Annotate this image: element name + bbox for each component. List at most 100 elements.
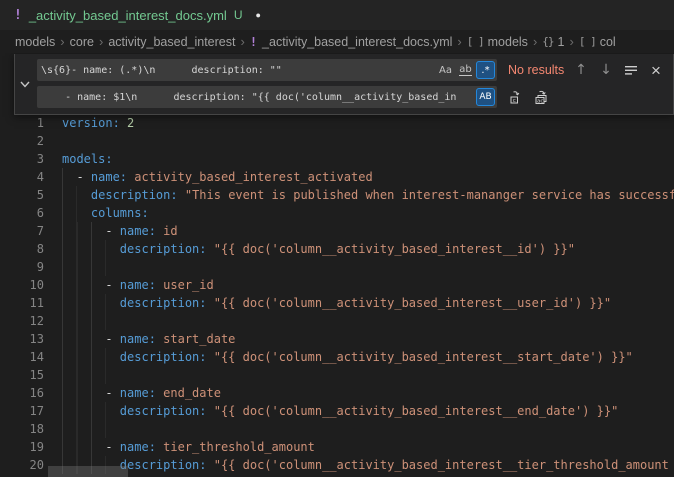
line-number: 13 bbox=[0, 330, 44, 348]
breadcrumb-item[interactable]: [ ]models bbox=[467, 35, 528, 49]
code-line[interactable]: 19 - name: tier_threshold_amount bbox=[0, 438, 674, 456]
breadcrumb-separator: › bbox=[60, 34, 64, 49]
editor-pane[interactable]: Aa ab .* No results ↑ ↓ × bbox=[0, 53, 674, 477]
code-line[interactable]: 14 description: "{{ doc('column__activit… bbox=[0, 348, 674, 366]
line-number: 19 bbox=[0, 438, 44, 456]
line-number: 8 bbox=[0, 240, 44, 258]
find-input[interactable] bbox=[37, 59, 435, 81]
code-line[interactable]: 17 description: "{{ doc('column__activit… bbox=[0, 402, 674, 420]
match-case-icon[interactable]: Aa bbox=[436, 61, 455, 79]
code-text: description: "{{ doc('column__activity_b… bbox=[62, 348, 674, 366]
find-replace-widget: Aa ab .* No results ↑ ↓ × bbox=[14, 54, 674, 115]
code-text: - name: id bbox=[62, 222, 674, 240]
breadcrumb-item[interactable]: core bbox=[70, 35, 94, 49]
code-text: description: "{{ doc('column__activity_b… bbox=[62, 240, 674, 258]
code-line[interactable]: 15 bbox=[0, 366, 674, 384]
line-number: 18 bbox=[0, 420, 44, 438]
yaml-file-icon: ! bbox=[14, 8, 22, 23]
breadcrumb-item[interactable]: [ ]col bbox=[579, 35, 616, 49]
code-line[interactable]: 8 description: "{{ doc('column__activity… bbox=[0, 240, 674, 258]
breadcrumb-label: models bbox=[15, 35, 55, 49]
breadcrumb-label: col bbox=[600, 35, 616, 49]
line-number: 15 bbox=[0, 366, 44, 384]
replace-input[interactable] bbox=[37, 86, 475, 108]
regex-icon[interactable]: .* bbox=[476, 61, 495, 79]
code-line[interactable]: 7 - name: id bbox=[0, 222, 674, 240]
breadcrumb-separator: › bbox=[533, 34, 537, 49]
code-line[interactable]: 6 columns: bbox=[0, 204, 674, 222]
indent-guides bbox=[62, 258, 106, 276]
vscode-window: ! _activity_based_interest_docs.yml U ● … bbox=[0, 0, 674, 477]
indent-guides bbox=[62, 312, 106, 330]
code-line[interactable]: 1version: 2 bbox=[0, 114, 674, 132]
preserve-case-icon[interactable]: AB bbox=[476, 88, 495, 106]
replace-button[interactable]: c bbox=[506, 86, 528, 108]
code-text: version: 2 bbox=[62, 114, 674, 132]
editor-tab[interactable]: ! _activity_based_interest_docs.yml U ● bbox=[0, 0, 277, 30]
code-line[interactable]: 4 - name: activity_based_interest_activa… bbox=[0, 168, 674, 186]
line-number: 17 bbox=[0, 402, 44, 420]
breadcrumb-item[interactable]: !_activity_based_interest_docs.yml bbox=[250, 35, 453, 49]
code-text: columns: bbox=[62, 204, 674, 222]
line-number: 16 bbox=[0, 384, 44, 402]
code-line[interactable]: 2 bbox=[0, 132, 674, 150]
code-text bbox=[62, 420, 674, 438]
replace-icon: c bbox=[509, 89, 525, 105]
line-number: 9 bbox=[0, 258, 44, 276]
code-text: models: bbox=[62, 150, 674, 168]
object-icon: {} bbox=[542, 35, 553, 48]
breadcrumb-label: core bbox=[70, 35, 94, 49]
code-text bbox=[62, 366, 674, 384]
warning-icon: ! bbox=[250, 35, 257, 49]
close-find-button[interactable]: × bbox=[645, 59, 667, 81]
breadcrumb-item[interactable]: activity_based_interest bbox=[108, 35, 235, 49]
code-line[interactable]: 16 - name: end_date bbox=[0, 384, 674, 402]
previous-match-button[interactable]: ↑ bbox=[570, 59, 592, 81]
horizontal-scrollbar[interactable] bbox=[48, 466, 128, 477]
line-number: 2 bbox=[0, 132, 44, 150]
code-text: description: "This event is published wh… bbox=[62, 186, 674, 204]
breadcrumb-label: activity_based_interest bbox=[108, 35, 235, 49]
code-line[interactable]: 10 - name: user_id bbox=[0, 276, 674, 294]
replace-all-button[interactable]: ac bbox=[531, 86, 553, 108]
svg-text:ac: ac bbox=[537, 98, 543, 104]
tab-title: _activity_based_interest_docs.yml bbox=[29, 8, 227, 23]
line-number: 10 bbox=[0, 276, 44, 294]
replace-input-box: AB bbox=[37, 86, 497, 108]
indent-guides bbox=[62, 420, 106, 438]
breadcrumb-item[interactable]: {}1 bbox=[542, 35, 564, 49]
breadcrumb-item[interactable]: models bbox=[15, 35, 55, 49]
code-text bbox=[62, 258, 674, 276]
code-line[interactable]: 11 description: "{{ doc('column__activit… bbox=[0, 294, 674, 312]
next-match-button[interactable]: ↓ bbox=[595, 59, 617, 81]
code-line[interactable]: 13 - name: start_date bbox=[0, 330, 674, 348]
code-line[interactable]: 18 bbox=[0, 420, 674, 438]
svg-text:c: c bbox=[513, 98, 516, 104]
find-in-selection-icon bbox=[624, 63, 638, 77]
breadcrumb-separator: › bbox=[569, 34, 573, 49]
code-area: 1version: 223 models:4 - name: activity_b… bbox=[0, 53, 674, 474]
close-icon: × bbox=[651, 62, 661, 79]
line-number: 3 bbox=[0, 150, 44, 168]
whole-word-label: ab bbox=[459, 64, 471, 76]
whole-word-icon[interactable]: ab bbox=[456, 61, 475, 79]
modified-dot-icon[interactable]: ● bbox=[256, 10, 261, 20]
line-number: 6 bbox=[0, 204, 44, 222]
line-number: 11 bbox=[0, 294, 44, 312]
arrow-down-icon: ↓ bbox=[600, 62, 612, 78]
code-line[interactable]: 3 models: bbox=[0, 150, 674, 168]
code-text: description: "{{ doc('column__activity_b… bbox=[62, 456, 674, 474]
tab-bar: ! _activity_based_interest_docs.yml U ● bbox=[0, 0, 674, 30]
breadcrumb-separator: › bbox=[99, 34, 103, 49]
breadcrumb-separator: › bbox=[457, 34, 461, 49]
git-untracked-badge: U bbox=[234, 8, 243, 22]
code-line[interactable]: 12 bbox=[0, 312, 674, 330]
replace-all-icon: ac bbox=[534, 89, 550, 105]
line-number: 5 bbox=[0, 186, 44, 204]
code-line[interactable]: 9 bbox=[0, 258, 674, 276]
find-in-selection-button[interactable] bbox=[620, 59, 642, 81]
code-line[interactable]: 5 description: "This event is published … bbox=[0, 186, 674, 204]
breadcrumb: models › core › activity_based_interest › !_ac… bbox=[0, 30, 674, 53]
arrow-up-icon: ↑ bbox=[575, 62, 587, 78]
toggle-replace-button[interactable] bbox=[15, 54, 35, 114]
